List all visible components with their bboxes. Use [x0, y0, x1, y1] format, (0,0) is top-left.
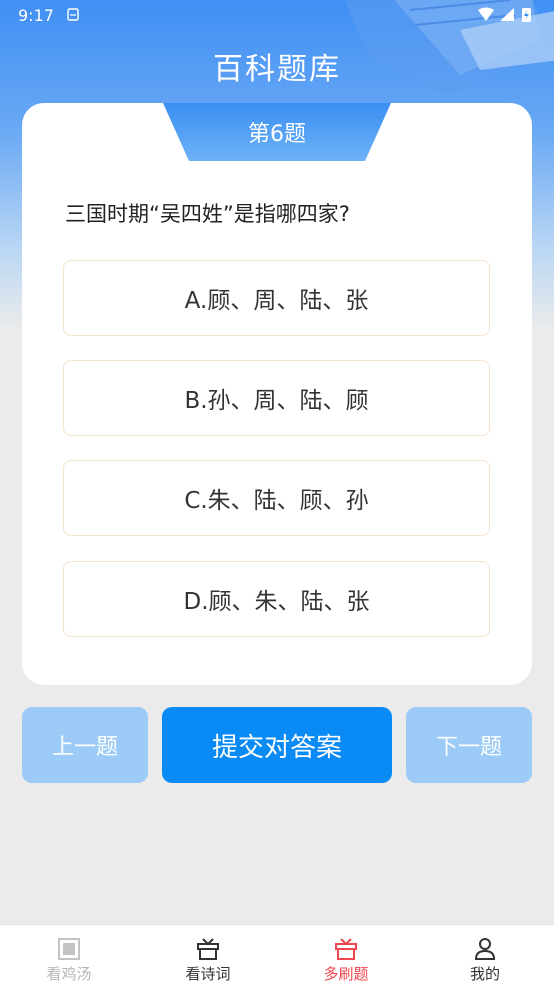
- tab-kan-jitang[interactable]: 看鸡汤: [19, 933, 119, 985]
- tab-label-jitang: 看鸡汤: [46, 965, 92, 983]
- bottom-tab-bar: 看鸡汤 看诗词 多刷题 我的: [0, 924, 554, 985]
- option-a[interactable]: A.顾、周、陆、张: [63, 260, 490, 336]
- tab-label-shuati: 多刷题: [323, 965, 369, 983]
- tab-label-shici: 看诗词: [185, 965, 231, 983]
- wifi-icon: [478, 7, 494, 21]
- tab-duo-shuati[interactable]: 多刷题: [296, 933, 396, 985]
- tab-kan-shici[interactable]: 看诗词: [158, 933, 258, 985]
- prev-question-button[interactable]: 上一题: [22, 707, 148, 783]
- signal-icon: [500, 8, 514, 21]
- question-number: 第6题: [248, 122, 306, 147]
- tab-label-wode: 我的: [469, 965, 500, 983]
- clipboard-icon: [67, 8, 79, 21]
- tab-wode[interactable]: 我的: [435, 933, 535, 985]
- status-time: 9:17: [18, 6, 54, 25]
- option-c[interactable]: C.朱、陆、顾、孙: [63, 460, 490, 536]
- option-d[interactable]: D.顾、朱、陆、张: [63, 561, 490, 637]
- status-icons: [478, 7, 531, 22]
- frame-icon: [58, 938, 80, 960]
- page-title: 百科题库: [213, 52, 341, 87]
- next-question-button[interactable]: 下一题: [406, 707, 532, 783]
- gift-icon: [335, 938, 357, 960]
- status-bar: 9:17: [0, 0, 554, 32]
- gift-icon: [197, 938, 219, 960]
- question-text: 三国时期“吴四姓”是指哪四家?: [65, 202, 350, 226]
- option-b[interactable]: B.孙、周、陆、顾: [63, 360, 490, 436]
- user-icon: [474, 938, 496, 960]
- submit-answer-button[interactable]: 提交对答案: [162, 707, 392, 783]
